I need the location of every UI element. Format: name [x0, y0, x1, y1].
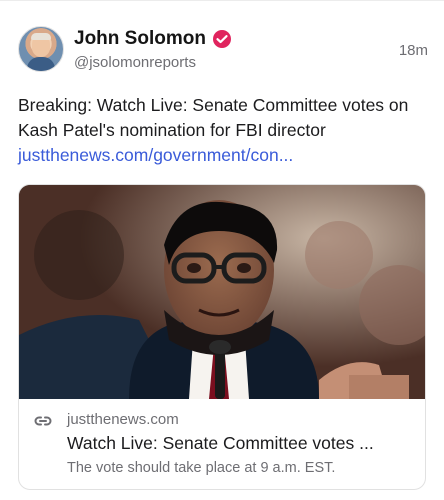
- avatar[interactable]: [18, 26, 64, 72]
- link-title[interactable]: Watch Live: Senate Committee votes ...: [67, 433, 412, 454]
- link-icon: [33, 411, 53, 431]
- avatar-shirt: [27, 57, 55, 71]
- post-text: Breaking: Watch Live: Senate Committee v…: [18, 93, 428, 168]
- link-preview-card[interactable]: justthenews.com Watch Live: Senate Commi…: [18, 184, 426, 490]
- author-handle[interactable]: @jsolomonreports: [74, 54, 196, 71]
- author-row: John Solomon: [74, 28, 232, 50]
- author-name[interactable]: John Solomon: [74, 28, 206, 50]
- top-divider: [0, 0, 444, 1]
- preview-image: [19, 185, 425, 399]
- post-header: John Solomon @jsolomonreports 18m: [18, 26, 428, 76]
- post-time: 18m: [398, 42, 428, 59]
- verified-badge-icon: [212, 29, 232, 49]
- link-domain: justthenews.com: [67, 411, 179, 428]
- post-body: Breaking: Watch Live: Senate Committee v…: [18, 95, 409, 140]
- link-preview-meta: justthenews.com Watch Live: Senate Commi…: [19, 399, 425, 489]
- avatar-hair: [31, 33, 51, 40]
- link-description: The vote should take place at 9 a.m. EST…: [67, 460, 336, 476]
- post-link[interactable]: justthenews.com/government/con...: [18, 145, 293, 165]
